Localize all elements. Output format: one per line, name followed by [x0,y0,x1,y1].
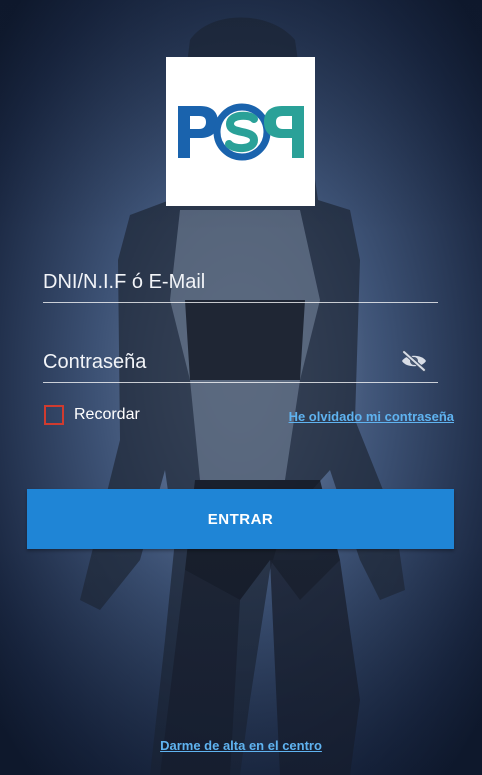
eye-off-icon[interactable] [400,350,428,372]
password-field[interactable] [43,342,438,383]
login-button[interactable]: ENTRAR [27,489,454,549]
signup-link[interactable]: Darme de alta en el centro [0,738,482,753]
user-input[interactable] [43,262,438,302]
remember-toggle[interactable]: Recordar [44,405,140,425]
psp-logo-icon [177,103,304,160]
remember-label: Recordar [74,406,140,423]
brand-logo [166,57,315,206]
user-field[interactable] [43,262,438,303]
remember-checkbox[interactable] [44,405,64,425]
password-input[interactable] [43,342,438,382]
forgot-password-link[interactable]: He olvidado mi contraseña [289,409,454,424]
